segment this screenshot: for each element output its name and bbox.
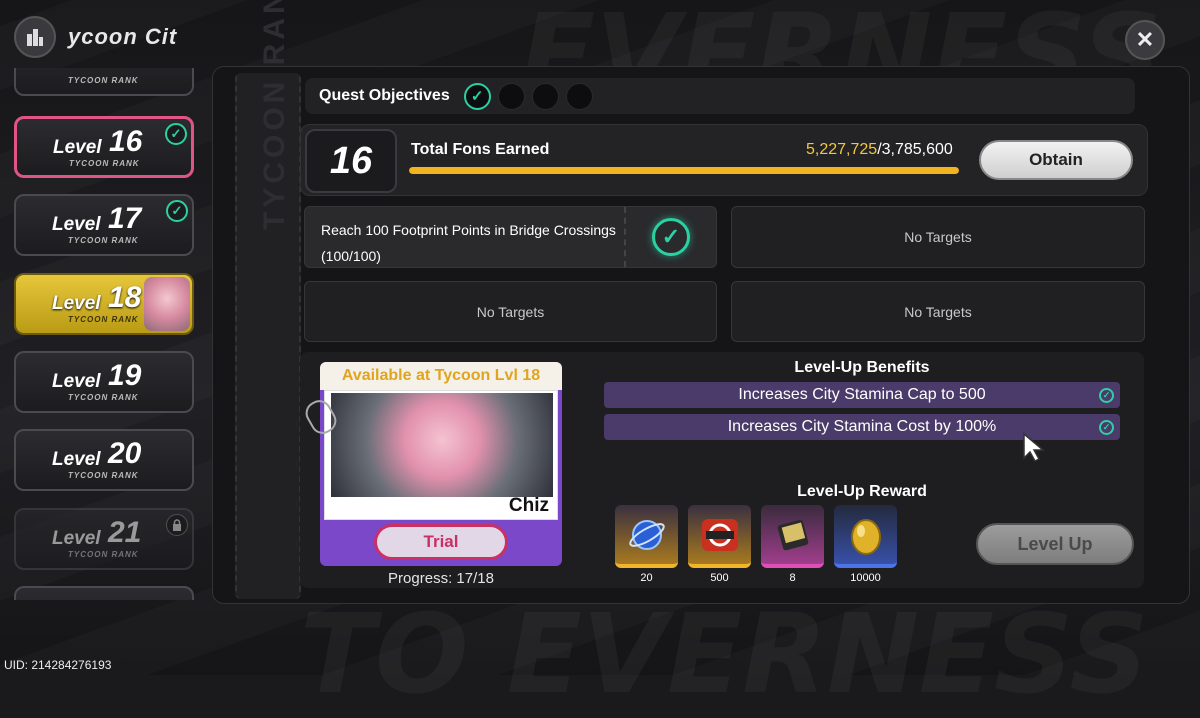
objective-empty-icon [531,82,559,110]
character-photo: Chiz [324,390,558,520]
level-rank-label: TYCOON RANK [68,76,139,85]
egg-icon [834,505,897,568]
level-rank-label: TYCOON RANK [69,159,140,168]
uid-label: UID: 214284276193 [4,658,112,672]
mouse-cursor-icon [1023,432,1046,462]
reward-item[interactable]: 20 [615,505,678,584]
trial-button[interactable]: Trial [374,524,508,560]
level-word: Level [52,214,101,235]
lock-icon [166,514,188,536]
level-card-partial[interactable] [14,586,194,600]
level-number: 21 [108,516,142,549]
target-description: Reach 100 Footprint Points in Bridge Cro… [321,217,616,269]
fons-label: Total Fons Earned [411,141,550,158]
level-word: Level [52,449,101,470]
level-number: 18 [108,281,142,314]
target-status: ✓ [624,207,716,267]
level-rank-label: TYCOON RANK [68,550,139,559]
fons-value: 5,227,725/3,785,600 [806,141,953,159]
reward-count: 10000 [850,572,881,584]
level-word: Level [52,528,101,549]
level-card-20[interactable]: Level 20 TYCOON RANK [14,429,194,491]
level-word: Level [53,137,102,158]
level-word: Level [52,293,101,314]
fons-level-number: 16 [305,129,397,193]
page-title: ycoon Cit [68,24,178,49]
level-word: Level [52,371,101,392]
character-card: Available at Tycoon Lvl 18 Chiz Trial [301,362,562,566]
reward-count: 8 [789,572,796,584]
level-card-21[interactable]: Level 21 TYCOON RANK [14,508,194,570]
benefit-item: Increases City Stamina Cap to 500 ✓ [604,382,1120,408]
objective-complete-icon: ✓ [463,82,491,110]
level-card-17[interactable]: Level 17 TYCOON RANK ✓ [14,194,194,256]
home-button[interactable] [14,16,56,58]
hunter-badge-icon [688,505,751,568]
character-image [331,393,553,497]
level-card-16[interactable]: Level 16 TYCOON RANK ✓ [14,116,194,178]
target-empty-label: No Targets [476,303,545,320]
city-icon [27,29,43,46]
benefit-text: Increases City Stamina Cap to 500 [738,386,986,403]
level-rank-label: TYCOON RANK [68,393,139,402]
close-icon: ✕ [1135,27,1155,52]
quest-objectives-bar: Quest Objectives ✓ [305,78,1135,114]
book-icon [761,505,824,568]
benefit-text: Increases City Stamina Cost by 100% [727,418,997,435]
check-icon: ✓ [165,123,187,145]
level-rank-label: TYCOON RANK [68,471,139,480]
check-icon: ✓ [652,218,690,256]
level-card-partial[interactable]: TYCOON RANK [14,68,194,96]
level-rank-label: TYCOON RANK [68,236,139,245]
level-rank-label: TYCOON RANK [68,315,139,324]
fons-progress-fill [409,167,959,174]
reward-item[interactable]: 10000 [834,505,897,584]
level-list[interactable]: TYCOON RANK Level 16 TYCOON RANK ✓ Level… [0,68,210,600]
character-progress: Progress: 17/18 [388,570,494,587]
close-button[interactable]: ✕ [1125,20,1165,60]
availability-label: Available at Tycoon Lvl 18 [320,362,562,390]
check-icon: ✓ [166,200,188,222]
level-number: 20 [108,437,142,470]
obtain-button[interactable]: Obtain [979,140,1133,180]
reward-count: 20 [640,572,653,584]
level-up-button[interactable]: Level Up [976,523,1134,565]
target-empty-label: No Targets [904,229,972,245]
level-card-18[interactable]: Level 18 TYCOON RANK [14,273,194,335]
orb-icon [615,505,678,568]
reward-item[interactable]: 500 [688,505,751,584]
reward-item[interactable]: 8 [761,505,824,584]
level-number: 17 [108,202,142,235]
target-slot-1: Reach 100 Footprint Points in Bridge Cro… [304,206,717,268]
check-icon: ✓ [1099,420,1114,435]
check-icon: ✓ [1099,388,1114,403]
target-empty-label: No Targets [904,303,972,320]
target-slot-3: No Targets [304,281,717,342]
target-slot-2: No Targets [731,206,1145,268]
reward-count: 500 [710,572,729,584]
character-name: Chiz [508,495,549,516]
reward-title: Level-Up Reward [797,483,927,500]
fons-progress-bar [409,167,959,174]
spine-label: TYCOON RANK [258,0,291,230]
target-slot-4: No Targets [731,281,1145,342]
fons-progress-row: 16 Total Fons Earned 5,227,725/3,785,600… [300,124,1148,196]
level-card-19[interactable]: Level 19 TYCOON RANK [14,351,194,413]
objective-empty-icon [497,82,525,110]
quest-objectives-label: Quest Objectives [319,87,450,104]
target-text: Reach 100 Footprint Points in Bridge Cro… [321,222,616,238]
level-number: 16 [109,125,143,158]
fons-target: /3,785,600 [877,141,953,158]
fons-current: 5,227,725 [806,141,878,158]
benefits-title: Level-Up Benefits [794,359,930,376]
objective-empty-icon [565,82,593,110]
character-portrait-icon [144,277,190,331]
level-number: 19 [108,359,142,392]
background-watermark: TO EVERNESS [300,590,1149,718]
target-progress: (100/100) [321,248,381,264]
